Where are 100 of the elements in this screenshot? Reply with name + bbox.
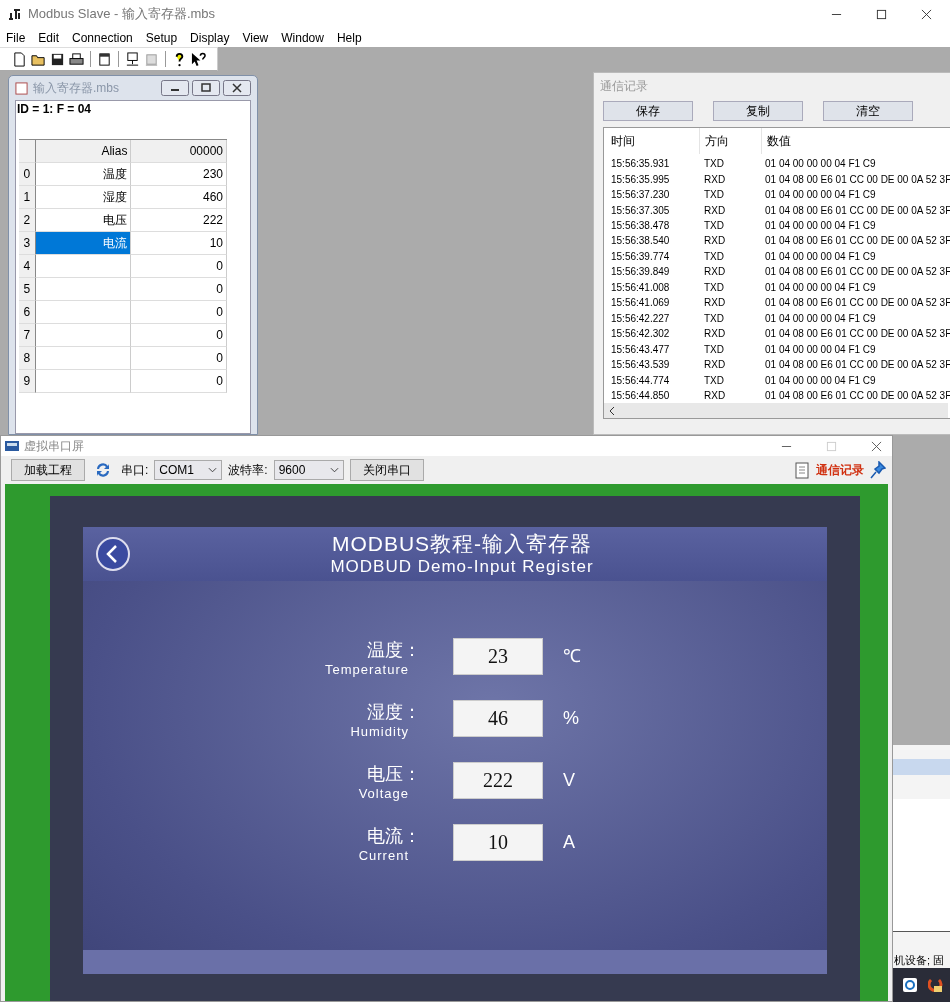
field-label: 电流： — [367, 825, 421, 848]
direction-cell-text: TXD — [703, 158, 725, 170]
time-cell-text: 15:56:43.539 — [610, 359, 671, 371]
caret-icon — [208, 467, 218, 473]
close-icon[interactable] — [921, 8, 932, 20]
data-cell-text: 01 04 08 00 E6 01 CC 00 DE 00 0A 52 3F — [764, 266, 950, 278]
table-cell[interactable] — [35, 278, 132, 301]
time-cell-text: 15:56:44.850 — [610, 390, 671, 401]
column-header[interactable]: 方向 — [699, 128, 761, 154]
new-file-icon[interactable] — [12, 51, 27, 67]
data-cell-text: 01 04 08 00 E6 01 CC 00 DE 00 0A 52 3F — [764, 173, 950, 185]
table-cell[interactable]: 湿度 — [35, 186, 132, 209]
field-label: 电压： — [367, 763, 421, 786]
unit-label: V — [563, 769, 575, 792]
mail-icon[interactable] — [928, 977, 944, 993]
baud-rate-dropdown[interactable]: 9600 — [273, 460, 344, 480]
table-cell[interactable]: 0 — [131, 255, 227, 278]
log-button[interactable]: 保存 — [603, 101, 693, 121]
document-icon[interactable] — [794, 461, 810, 479]
table-cell[interactable] — [35, 301, 132, 324]
time-cell-text: 15:56:37.230 — [610, 189, 671, 201]
save-icon[interactable] — [50, 51, 65, 67]
header-bar — [893, 759, 950, 775]
direction-cell-text: TXD — [703, 343, 725, 355]
menu-item[interactable]: Connection — [72, 30, 133, 45]
chat-icon[interactable] — [902, 977, 918, 993]
data-cell-text: 01 04 00 00 00 04 F1 C9 — [764, 374, 876, 386]
comm-log-link[interactable]: 通信记录 — [816, 461, 864, 479]
close-port-button[interactable]: 关闭串口 — [349, 459, 424, 481]
menu-item[interactable]: Edit — [38, 30, 60, 45]
direction-cell-text: RXD — [703, 390, 727, 401]
pin-icon[interactable] — [870, 461, 886, 479]
field-sublabel: Temperature — [325, 662, 409, 678]
screen-title: MODBUS教程-输入寄存器 — [331, 531, 593, 557]
data-cell-text: 01 04 08 00 E6 01 CC 00 DE 00 0A 52 3F — [764, 390, 950, 401]
horizontal-scrollbar[interactable] — [604, 403, 948, 419]
table-cell[interactable]: 电流 — [35, 232, 132, 255]
context-help-icon[interactable] — [191, 51, 206, 67]
connect-icon[interactable] — [125, 51, 140, 67]
direction-cell-text: TXD — [703, 220, 725, 232]
load-project-button[interactable]: 加载工程 — [11, 459, 85, 481]
baud-rate-label: 波特率: — [228, 461, 268, 479]
table-cell[interactable]: 0 — [131, 370, 227, 393]
menu-item[interactable]: Display — [190, 30, 230, 45]
field-sublabel: Voltage — [358, 786, 409, 802]
maximize-icon[interactable] — [876, 8, 887, 20]
time-cell-text: 15:56:38.540 — [610, 235, 671, 247]
table-cell[interactable]: 230 — [131, 163, 227, 186]
column-header[interactable]: 时间 — [604, 132, 699, 150]
data-cell-text: 01 04 08 00 E6 01 CC 00 DE 00 0A 52 3F — [764, 204, 950, 216]
caret-icon — [329, 467, 339, 473]
time-cell-text: 15:56:41.069 — [610, 297, 671, 309]
column-header[interactable]: 数值 — [761, 128, 791, 154]
value-display: 222 — [453, 762, 543, 799]
menu-item[interactable]: View — [242, 30, 269, 45]
unit-label: A — [563, 831, 575, 854]
field-sublabel: Humidity — [350, 724, 409, 740]
field-label: 温度： — [367, 639, 421, 662]
menu-item[interactable]: File — [6, 30, 26, 45]
minimize-icon[interactable] — [161, 80, 189, 96]
restore-icon[interactable] — [192, 80, 220, 96]
row-header: 4 — [19, 255, 36, 278]
column-header: 00000 — [131, 140, 227, 163]
table-cell[interactable]: 10 — [131, 232, 227, 255]
table-cell[interactable] — [35, 324, 132, 347]
table-cell[interactable]: 0 — [131, 301, 227, 324]
direction-cell-text: RXD — [703, 297, 727, 309]
close-icon[interactable] — [223, 80, 251, 96]
menu-item[interactable]: Setup — [145, 30, 178, 45]
back-icon[interactable] — [95, 536, 131, 572]
table-cell[interactable]: 0 — [131, 324, 227, 347]
port-dropdown[interactable]: COM1 — [154, 460, 223, 480]
table-cell[interactable]: 0 — [131, 347, 227, 370]
table-cell[interactable]: 460 — [131, 186, 227, 209]
log-button[interactable]: 复制 — [713, 101, 803, 121]
close-icon[interactable] — [871, 440, 882, 452]
menu-item[interactable]: Help — [336, 30, 362, 45]
direction-cell-text: TXD — [703, 312, 725, 324]
data-cell-text: 01 04 00 00 00 04 F1 C9 — [764, 343, 876, 355]
table-cell[interactable]: 0 — [131, 278, 227, 301]
print-icon[interactable] — [69, 51, 84, 67]
scroll-left-icon[interactable] — [608, 405, 616, 416]
table-cell[interactable]: 222 — [131, 209, 227, 232]
table-cell[interactable] — [35, 370, 132, 393]
table-cell[interactable]: 温度 — [35, 163, 132, 186]
refresh-icon[interactable] — [95, 462, 111, 478]
table-cell[interactable] — [35, 347, 132, 370]
table-cell[interactable] — [35, 255, 132, 278]
log-button[interactable]: 清空 — [823, 101, 913, 121]
data-cell-text: 01 04 08 00 E6 01 CC 00 DE 00 0A 52 3F — [764, 235, 950, 247]
value-display: 10 — [453, 824, 543, 861]
window-icon[interactable] — [97, 51, 112, 67]
direction-cell-text: TXD — [703, 374, 725, 386]
direction-cell-text: RXD — [703, 359, 727, 371]
screen-subtitle: MODBUD Demo-Input Register — [330, 557, 594, 577]
time-cell-text: 15:56:42.302 — [610, 328, 671, 340]
app-icon — [5, 441, 19, 451]
menu-item[interactable]: Window — [281, 30, 324, 45]
unit-label: ℃ — [563, 645, 581, 668]
unit-label: % — [563, 707, 579, 730]
